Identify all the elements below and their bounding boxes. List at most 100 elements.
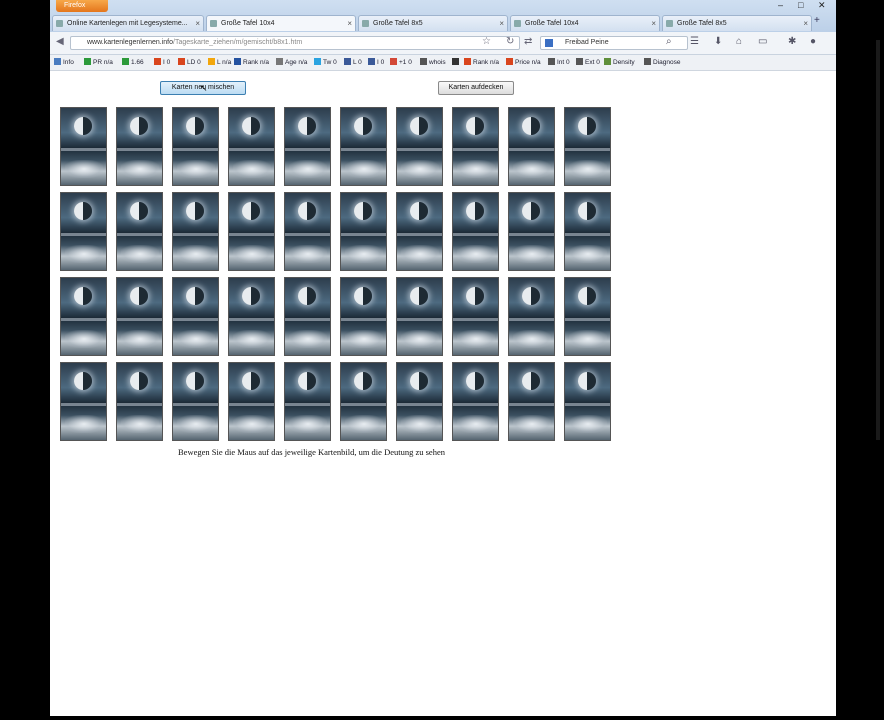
tarot-card[interactable]: [228, 192, 275, 271]
tarot-card[interactable]: [60, 107, 107, 186]
tarot-card[interactable]: [508, 277, 555, 356]
tarot-card[interactable]: [340, 192, 387, 271]
tarot-card[interactable]: [452, 362, 499, 441]
tarot-card[interactable]: [116, 362, 163, 441]
tarot-card[interactable]: [564, 277, 611, 356]
seo-toolbar-item[interactable]: +1 0: [390, 55, 412, 70]
home-icon[interactable]: ⌂: [736, 36, 742, 47]
tarot-card[interactable]: [116, 192, 163, 271]
seo-toolbar-item[interactable]: I 0: [154, 55, 170, 70]
tarot-card[interactable]: [60, 192, 107, 271]
seo-toolbar-item[interactable]: Info: [54, 55, 74, 70]
tarot-card[interactable]: [284, 362, 331, 441]
tarot-card[interactable]: [396, 107, 443, 186]
tarot-card[interactable]: [116, 107, 163, 186]
tarot-card[interactable]: [340, 362, 387, 441]
tarot-card[interactable]: [564, 362, 611, 441]
addon-icon[interactable]: ●: [810, 36, 816, 47]
seo-toolbar-item[interactable]: Density: [604, 55, 635, 70]
seo-toolbar-item[interactable]: Ext 0: [576, 55, 600, 70]
tab-close-icon[interactable]: ×: [499, 16, 504, 31]
tarot-card[interactable]: [508, 192, 555, 271]
seo-toolbar-item[interactable]: Rank n/a: [464, 55, 499, 70]
firefox-menu-button[interactable]: Firefox: [56, 0, 108, 12]
tarot-card[interactable]: [284, 192, 331, 271]
yin-yang-icon: [410, 287, 428, 305]
tarot-card[interactable]: [396, 277, 443, 356]
bookmarks-menu-icon[interactable]: ☰: [690, 36, 699, 47]
tarot-card[interactable]: [340, 277, 387, 356]
close-window-icon[interactable]: ✕: [818, 0, 826, 11]
seo-toolbar-item[interactable]: L n/a: [208, 55, 231, 70]
seo-toolbar-item[interactable]: 1.66: [122, 55, 144, 70]
tarot-card[interactable]: [564, 192, 611, 271]
tarot-card[interactable]: [396, 192, 443, 271]
card-reflection: [569, 160, 607, 178]
seo-toolbar-item[interactable]: Price n/a: [506, 55, 541, 70]
url-bar[interactable]: www.kartenlegenlernen.info/Tageskarte_zi…: [70, 36, 520, 50]
seo-toolbar-item[interactable]: Diagnose: [644, 55, 680, 70]
extension-icon[interactable]: ✱: [788, 36, 796, 47]
minimize-icon[interactable]: –: [778, 0, 783, 10]
tab-close-icon[interactable]: ×: [347, 16, 352, 31]
tarot-card[interactable]: [564, 107, 611, 186]
maximize-icon[interactable]: □: [798, 0, 803, 10]
tarot-card[interactable]: [172, 277, 219, 356]
tarot-card[interactable]: [452, 107, 499, 186]
tarot-card[interactable]: [284, 277, 331, 356]
tab-close-icon[interactable]: ×: [803, 16, 808, 31]
card-reflection: [569, 245, 607, 263]
scrollbar[interactable]: [876, 40, 880, 440]
tab-4[interactable]: Große Tafel 10x4 ×: [510, 15, 660, 31]
translate-icon[interactable]: ⇄: [524, 36, 532, 47]
tarot-card[interactable]: [172, 192, 219, 271]
bookmark-star-icon[interactable]: ☆: [482, 36, 491, 47]
tab-close-icon[interactable]: ×: [195, 16, 200, 31]
tarot-card[interactable]: [452, 277, 499, 356]
seo-toolbar-item[interactable]: PR n/a: [84, 55, 113, 70]
tarot-card[interactable]: [340, 107, 387, 186]
seo-item-icon: [506, 58, 513, 65]
seo-toolbar-item[interactable]: whois: [420, 55, 446, 70]
tab-1[interactable]: Online Kartenlegen mit Legesysteme... ×: [52, 15, 204, 31]
tarot-card[interactable]: [172, 107, 219, 186]
tarot-card[interactable]: [452, 192, 499, 271]
new-tab-button[interactable]: +: [814, 15, 820, 26]
screen-icon[interactable]: ▭: [758, 36, 767, 47]
back-arrow-icon[interactable]: ◀: [56, 36, 64, 47]
tarot-card[interactable]: [228, 107, 275, 186]
seo-toolbar-item[interactable]: LD 0: [178, 55, 201, 70]
download-icon[interactable]: ⬇: [714, 36, 722, 47]
tarot-card[interactable]: [116, 277, 163, 356]
reveal-cards-button[interactable]: Karten aufdecken: [438, 81, 514, 95]
tarot-card[interactable]: [228, 277, 275, 356]
tarot-card[interactable]: [508, 107, 555, 186]
seo-toolbar-item[interactable]: I 0: [368, 55, 384, 70]
search-icon[interactable]: ⌕: [666, 36, 672, 47]
tarot-card[interactable]: [172, 362, 219, 441]
tarot-card[interactable]: [228, 362, 275, 441]
card-horizon: [117, 148, 162, 151]
seo-toolbar-item[interactable]: Age n/a: [276, 55, 307, 70]
search-engine-icon[interactable]: [545, 39, 553, 47]
tab-2[interactable]: Große Tafel 10x4 ×: [206, 15, 356, 31]
seo-toolbar-item[interactable]: [452, 55, 461, 70]
card-reflection: [177, 415, 215, 433]
card-horizon: [229, 233, 274, 236]
tarot-card[interactable]: [60, 277, 107, 356]
tarot-card[interactable]: [60, 362, 107, 441]
seo-toolbar-item[interactable]: Int 0: [548, 55, 570, 70]
tarot-card[interactable]: [284, 107, 331, 186]
tarot-card[interactable]: [508, 362, 555, 441]
tab-5[interactable]: Große Tafel 8x5 ×: [662, 15, 812, 31]
yin-yang-icon: [186, 202, 204, 220]
seo-item-label: I 0: [163, 59, 171, 66]
card-horizon: [453, 233, 498, 236]
seo-toolbar-item[interactable]: Tw 0: [314, 55, 337, 70]
seo-toolbar-item[interactable]: L 0: [344, 55, 362, 70]
seo-toolbar-item[interactable]: Rank n/a: [234, 55, 269, 70]
tab-3[interactable]: Große Tafel 8x5 ×: [358, 15, 508, 31]
tarot-card[interactable]: [396, 362, 443, 441]
reload-icon[interactable]: ↻: [506, 36, 514, 47]
tab-close-icon[interactable]: ×: [651, 16, 656, 31]
